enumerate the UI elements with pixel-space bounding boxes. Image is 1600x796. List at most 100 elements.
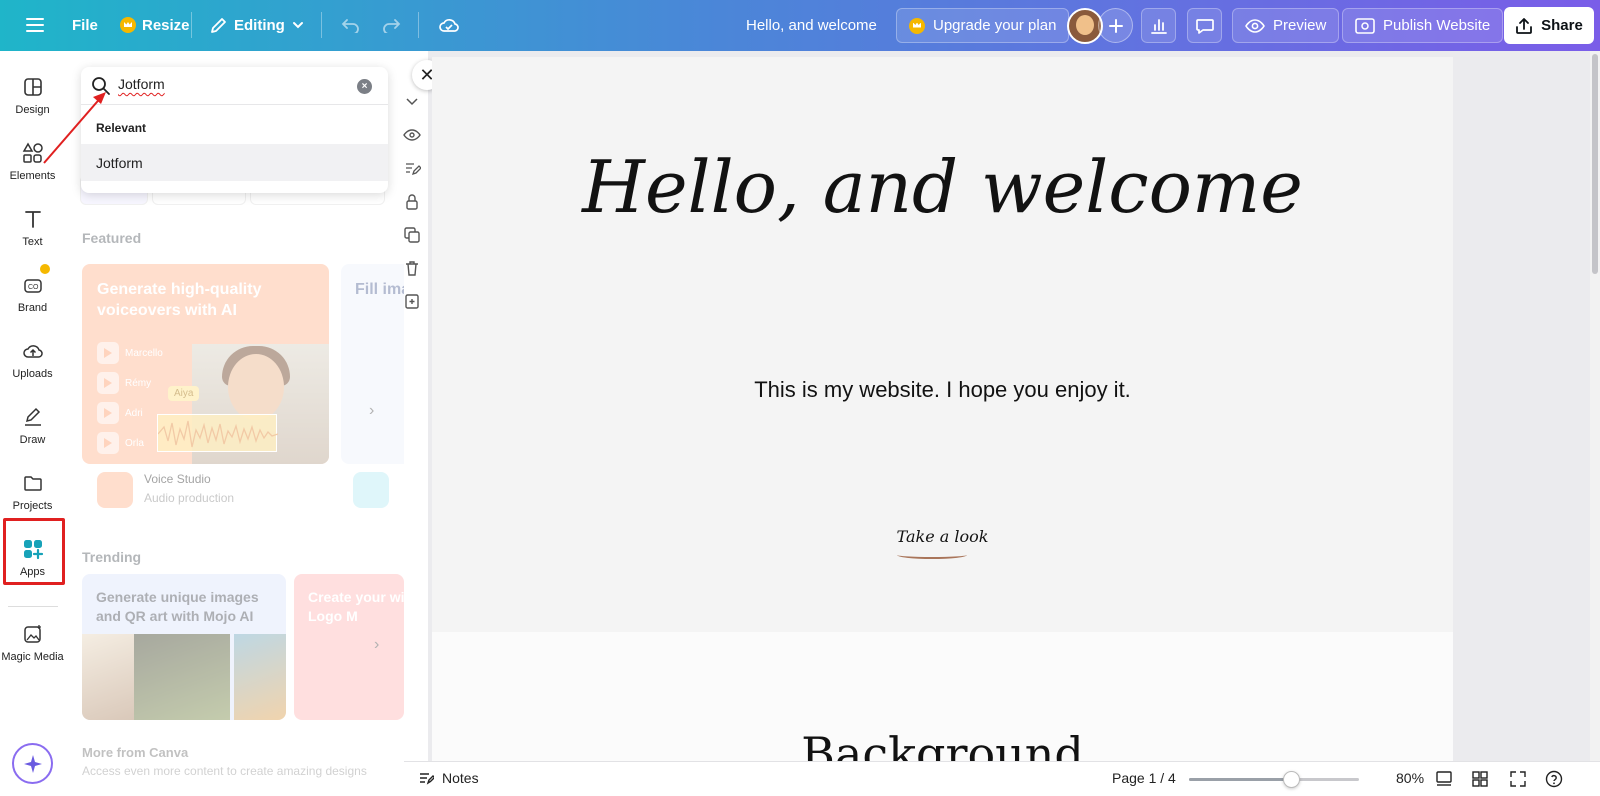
trend-card-title: Generate unique images and QR art with M… <box>96 589 259 624</box>
preview-button[interactable]: Preview <box>1232 8 1340 43</box>
zoom-slider[interactable] <box>1189 778 1359 781</box>
page-indicator[interactable]: Page 1 / 4 <box>1112 770 1176 786</box>
feature-card-title: Generate high-quality voiceovers with AI <box>97 281 262 319</box>
chevron-down-icon[interactable] <box>403 92 421 110</box>
save-status-button[interactable] <box>430 8 468 42</box>
rail-item-design[interactable]: Design <box>0 63 65 129</box>
more-from-canva-heading: More from Canva <box>82 745 189 760</box>
file-menu[interactable]: File <box>64 8 106 42</box>
crown-icon <box>38 262 52 276</box>
zoom-slider-handle[interactable] <box>1283 771 1300 788</box>
left-rail: Design Elements Text CO Brand Uploads Dr… <box>0 51 65 796</box>
draw-icon <box>24 407 41 426</box>
crown-icon <box>120 17 136 33</box>
rail-item-text[interactable]: Text <box>0 195 65 261</box>
photo-face <box>228 354 284 420</box>
document-title[interactable]: Hello, and welcome <box>738 8 885 42</box>
undo-button[interactable] <box>333 8 369 42</box>
notes-edit-icon[interactable] <box>403 160 421 178</box>
rail-item-elements[interactable]: Elements <box>0 129 65 195</box>
add-page-icon[interactable] <box>403 292 421 310</box>
publish-website-button[interactable]: Publish Website <box>1342 8 1504 43</box>
waveform <box>157 414 279 452</box>
menu-button[interactable] <box>18 8 52 42</box>
cta-underline <box>897 551 967 559</box>
more-from-canva-sub: Access even more content to create amazi… <box>82 764 367 778</box>
trend-card-mojo[interactable]: Generate unique images and QR art with M… <box>82 574 286 720</box>
app-name: Voice Studio <box>144 472 211 486</box>
play-icon <box>97 432 119 454</box>
design-page[interactable]: Hello, and welcome This is my website. I… <box>432 57 1453 761</box>
search-value: Jotform <box>118 76 165 92</box>
waveform-label: Aiya <box>168 386 200 401</box>
scrollbar-thumb[interactable] <box>1592 54 1598 274</box>
magic-media-icon <box>23 625 41 643</box>
search-input[interactable]: Jotform × <box>81 67 388 105</box>
feature-card-fill-image[interactable]: Fill ima › <box>341 264 404 464</box>
zoom-level[interactable]: 80% <box>1396 770 1424 786</box>
text-icon <box>24 211 41 228</box>
crown-icon <box>909 17 925 34</box>
lock-icon[interactable] <box>403 193 421 211</box>
magic-assistant-button[interactable] <box>12 743 53 784</box>
rail-item-draw[interactable]: Draw <box>0 393 65 459</box>
trend-card-logo[interactable]: Create your with Logo M › <box>294 574 404 720</box>
page-tools <box>404 51 428 761</box>
fullscreen-icon[interactable] <box>1509 770 1527 788</box>
featured-heading: Featured <box>82 230 142 246</box>
redo-icon <box>383 19 401 33</box>
feature-card-meta: Voice Studio Audio production <box>82 464 329 522</box>
relevant-heading: Relevant <box>96 121 147 135</box>
trash-icon[interactable] <box>403 259 421 277</box>
carousel-next-icon[interactable]: › <box>374 636 379 654</box>
rail-item-projects[interactable]: Projects <box>0 459 65 525</box>
elements-icon <box>22 142 43 163</box>
sparkle-icon <box>23 754 42 773</box>
editing-mode-button[interactable]: Editing <box>202 8 313 42</box>
divider <box>418 12 419 38</box>
help-icon[interactable] <box>1545 770 1563 788</box>
upgrade-plan-button[interactable]: Upgrade your plan <box>896 8 1070 43</box>
hero-heading[interactable]: Hello, and welcome <box>432 127 1453 247</box>
clear-search-icon[interactable]: × <box>357 79 372 94</box>
rail-item-uploads[interactable]: Uploads <box>0 327 65 393</box>
section-heading[interactable]: Background <box>432 727 1453 761</box>
carousel-next-icon[interactable]: › <box>369 402 374 420</box>
invite-button[interactable] <box>1098 8 1133 43</box>
bottom-bar: Notes Page 1 / 4 80% <box>404 761 1600 796</box>
rail-item-magic-media[interactable]: Magic Media <box>0 607 65 679</box>
divider <box>191 12 192 38</box>
resize-button[interactable]: Resize <box>112 8 198 42</box>
trending-heading: Trending <box>82 549 142 565</box>
app-category: Audio production <box>144 491 235 505</box>
page-view-icon[interactable] <box>1435 770 1453 788</box>
divider <box>321 12 322 38</box>
feature-card-voiceover[interactable]: Generate high-quality voiceovers with AI… <box>82 264 329 464</box>
pencil-icon <box>211 18 226 33</box>
notes-button[interactable]: Notes <box>418 770 479 786</box>
search-suggestion-jotform[interactable]: Jotform <box>81 144 388 181</box>
bird-image <box>134 634 230 720</box>
zoom-slider-fill <box>1189 778 1291 781</box>
redo-button[interactable] <box>373 8 409 42</box>
comments-button[interactable] <box>1187 8 1222 43</box>
voice-option: Adri <box>97 402 143 424</box>
avatar-face <box>1076 15 1094 35</box>
share-button[interactable]: Share <box>1504 7 1594 44</box>
feature-card-title: Fill ima <box>355 281 404 298</box>
duplicate-icon[interactable] <box>403 226 421 244</box>
rail-item-brand[interactable]: CO Brand <box>0 261 65 327</box>
search-dropdown: Jotform × Relevant Jotform <box>81 67 388 193</box>
design-icon <box>23 78 42 96</box>
play-icon <box>97 402 119 424</box>
hide-icon[interactable] <box>403 126 421 144</box>
hero-subtitle[interactable]: This is my website. I hope you enjoy it. <box>432 377 1453 403</box>
cloud-sync-icon <box>439 19 459 32</box>
take-a-look-link[interactable]: Take a look <box>432 527 1453 546</box>
grid-icon[interactable] <box>1471 770 1489 788</box>
bird-image <box>234 634 286 720</box>
play-icon <box>97 342 119 364</box>
notes-icon <box>420 773 434 785</box>
undo-icon <box>341 19 359 33</box>
insights-button[interactable] <box>1141 8 1176 43</box>
